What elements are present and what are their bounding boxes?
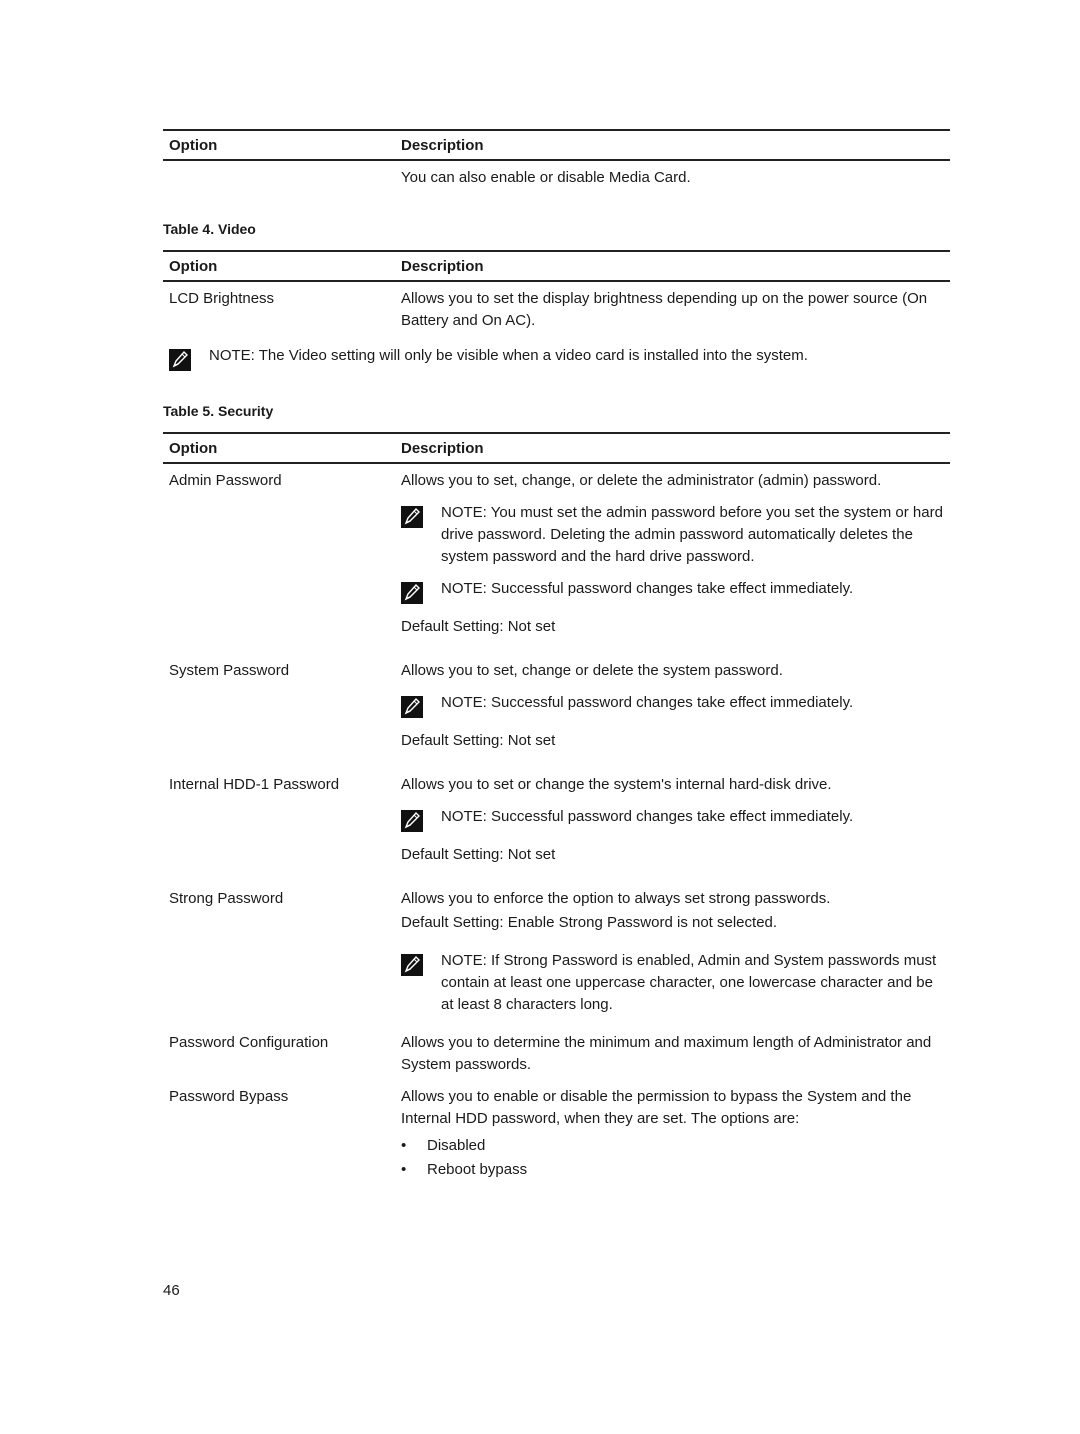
table-caption-video: Table 4. Video	[163, 221, 256, 237]
table-row-password-bypass: Password Bypass Allows you to enable or …	[163, 1080, 950, 1182]
note: NOTE: Successful password changes take e…	[401, 578, 944, 604]
option-cell: LCD Brightness	[169, 290, 275, 307]
option-cell: Password Bypass	[169, 1088, 289, 1105]
description-text: Allows you to set, change or delete the …	[401, 662, 783, 679]
note-text: Successful password changes take effect …	[486, 694, 854, 711]
note-video: NOTE: The Video setting will only be vis…	[169, 345, 808, 371]
table-row: You can also enable or disable Media Car…	[163, 160, 950, 189]
list-item: • Disabled	[401, 1137, 486, 1154]
column-header-option: Option	[163, 432, 395, 464]
description-text: Allows you to enable or disable the perm…	[401, 1088, 912, 1127]
description-text: Allows you to determine the minimum and …	[401, 1034, 932, 1073]
column-header-option: Option	[163, 250, 395, 282]
option-cell	[163, 160, 395, 189]
default-setting: Default Setting: Enable Strong Password …	[401, 914, 778, 931]
note-text: Successful password changes take effect …	[486, 580, 854, 597]
description-text: Allows you to set or change the system's…	[401, 776, 832, 793]
note-text: Successful password changes take effect …	[486, 808, 854, 825]
table-security: Option Description Admin Password Allows…	[163, 432, 950, 1182]
note-label: NOTE:	[441, 808, 487, 825]
table-row-system-password: System Password Allows you to set, chang…	[163, 654, 950, 768]
table-continued: Option Description You can also enable o…	[163, 129, 950, 189]
column-header-description: Description	[395, 129, 950, 161]
pencil-note-icon	[401, 810, 423, 832]
pencil-note-icon	[401, 954, 423, 976]
note-text: You must set the admin password before y…	[441, 504, 943, 565]
table-row-strong-password: Strong Password Allows you to enforce th…	[163, 882, 950, 1026]
description-cell: You can also enable or disable Media Car…	[401, 169, 691, 186]
note-text: The Video setting will only be visible w…	[254, 347, 808, 364]
option-cell: Strong Password	[169, 890, 284, 907]
bypass-options-list: • Disabled • Reboot bypass	[401, 1134, 944, 1182]
note-label: NOTE:	[209, 347, 255, 364]
page-number: 46	[163, 1282, 180, 1299]
note-text: If Strong Password is enabled, Admin and…	[441, 952, 937, 1013]
description-cell: Allows you to set the display brightness…	[401, 290, 928, 329]
description-text: Allows you to set, change, or delete the…	[401, 472, 882, 489]
note-label: NOTE:	[441, 694, 487, 711]
description-text: Allows you to enforce the option to alwa…	[401, 890, 831, 907]
table-row-admin-password: Admin Password Allows you to set, change…	[163, 463, 950, 654]
option-cell: Admin Password	[169, 472, 282, 489]
option-cell: System Password	[169, 662, 290, 679]
column-header-description: Description	[395, 250, 950, 282]
option-cell: Password Configuration	[169, 1034, 329, 1051]
column-header-option: Option	[163, 129, 395, 161]
default-setting: Default Setting: Not set	[401, 732, 556, 749]
pencil-note-icon	[169, 349, 191, 371]
note: NOTE: You must set the admin password be…	[401, 502, 944, 568]
column-header-description: Description	[395, 432, 950, 464]
list-item: • Reboot bypass	[401, 1161, 528, 1178]
table-row-password-configuration: Password Configuration Allows you to det…	[163, 1026, 950, 1080]
table-row-internal-hdd-password: Internal HDD-1 Password Allows you to se…	[163, 768, 950, 882]
pencil-note-icon	[401, 582, 423, 604]
note-label: NOTE:	[441, 580, 487, 597]
table-caption-security: Table 5. Security	[163, 403, 274, 419]
option-cell: Internal HDD-1 Password	[169, 776, 340, 793]
default-setting: Default Setting: Not set	[401, 846, 556, 863]
table-video: Option Description LCD Brightness Allows…	[163, 250, 950, 332]
note: NOTE: Successful password changes take e…	[401, 692, 944, 718]
pencil-note-icon	[401, 506, 423, 528]
pencil-note-icon	[401, 696, 423, 718]
note-label: NOTE:	[441, 504, 487, 521]
note: NOTE: If Strong Password is enabled, Adm…	[401, 950, 944, 1016]
note: NOTE: Successful password changes take e…	[401, 806, 944, 832]
default-setting: Default Setting: Not set	[401, 618, 556, 635]
table-row: LCD Brightness Allows you to set the dis…	[163, 281, 950, 332]
note-label: NOTE:	[441, 952, 487, 969]
